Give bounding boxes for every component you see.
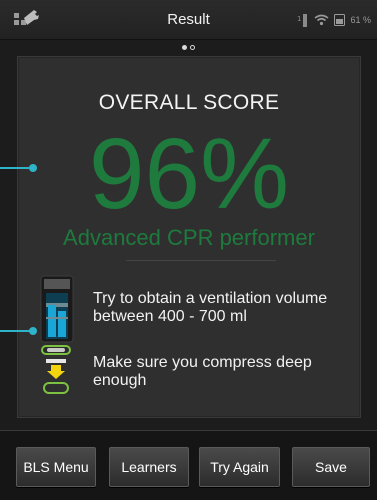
callout-dot-score (29, 164, 37, 172)
compression-depth-icon (41, 345, 71, 394)
ventilation-gauge-icon (40, 275, 74, 343)
try-again-button[interactable]: Try Again (199, 447, 280, 487)
bls-menu-button[interactable]: BLS Menu (16, 447, 96, 487)
compression-tip: Make sure you compress deep enough (93, 354, 312, 389)
battery-icon (334, 14, 346, 26)
page-dot-inactive[interactable] (190, 44, 195, 50)
learners-button[interactable]: Learners (109, 447, 189, 487)
wifi-icon (314, 14, 329, 26)
divider (126, 260, 276, 261)
page-indicator (0, 41, 377, 53)
performer-rating: Advanced CPR performer (63, 225, 315, 250)
callout-line-tips (0, 330, 32, 332)
overall-score-value: 96% (88, 118, 290, 230)
page-dot-active[interactable] (182, 44, 187, 50)
title-bar: Result 1 61 % (0, 0, 377, 40)
svg-text:1: 1 (297, 15, 301, 23)
sim-signal-icon: 1 (297, 14, 308, 27)
action-bar: BLS Menu Learners Try Again Save (0, 430, 377, 500)
status-indicators: 1 61 % (297, 12, 371, 28)
battery-percent: 61 % (350, 15, 371, 25)
callout-dot-tips (29, 327, 37, 335)
overall-score-label: OVERALL SCORE (98, 91, 280, 114)
result-panel: OVERALL SCORE 96% Advanced CPR performer… (17, 56, 361, 418)
ventilation-tip: Try to obtain a ventilation volume betwe… (93, 290, 328, 325)
callout-line-score (0, 167, 32, 169)
save-button[interactable]: Save (292, 447, 370, 487)
